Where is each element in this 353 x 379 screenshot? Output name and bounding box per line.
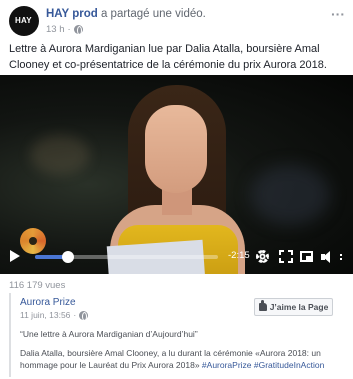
meta-separator: · [67,24,71,35]
volume-icon[interactable] [321,251,335,263]
embedded-post-meta: 11 juin, 13:56 · [20,310,89,321]
video-controls: -2:15 [0,246,353,268]
volume-level-indicator[interactable] [338,254,342,260]
embedded-post-quote: “Une lettre à Aurora Mardiganian d’Aujou… [20,329,198,339]
avatar[interactable]: HAY [9,6,39,36]
thumbs-up-icon [258,300,267,311]
video-frame-light [30,135,90,175]
globe-icon [73,25,83,35]
fullscreen-corner [288,250,293,255]
post-meta: 13 h · [46,24,83,35]
like-page-label: J’aime la Page [269,302,329,312]
video-progress-bar[interactable] [35,251,218,263]
globe-icon [79,310,89,321]
embedded-post-card: Aurora Prize 11 juin, 13:56 · J’aime la … [9,293,335,377]
hashtag-links[interactable]: #AuroraPrize #GratitudeInAction [202,360,324,370]
video-scrub-handle[interactable] [61,251,74,263]
video-player[interactable] [0,75,353,274]
embedded-post-date[interactable]: 11 juin, 13:56 [20,310,70,320]
embedded-page-name-link[interactable]: Aurora Prize [20,297,76,308]
embedded-post-description: Dalia Atalla, boursière Amal Clooney, a … [20,348,340,371]
page-name-link[interactable]: HAY prod [46,8,98,20]
like-page-button[interactable]: J’aime la Page [254,298,333,316]
post-header-line: HAY prod a partagé une vidéo. [46,8,206,20]
post-action-text: a partagé une vidéo. [100,8,206,20]
more-options-icon[interactable]: ··· [331,6,345,22]
post-header: HAY HAY prod a partagé une vidéo. 13 h ·… [9,6,347,38]
post-timestamp[interactable]: 13 h [46,24,65,35]
fullscreen-corner [288,258,293,263]
shared-video-post: HAY HAY prod a partagé une vidéo. 13 h ·… [0,0,353,379]
fullscreen-corner [279,258,284,263]
play-icon[interactable] [10,250,20,262]
video-frame-speaker-face [145,105,207,193]
video-time-remaining: -2:15 [228,250,250,261]
meta-separator: · [73,310,77,320]
avatar-logo-text: HAY [15,16,32,25]
avatar-logo: HAY [15,16,32,25]
post-caption: Lettre à Aurora Mardiganian lue par Dali… [9,43,327,71]
settings-icon[interactable] [256,250,269,263]
view-count: 116 179 vues [9,280,66,291]
pip-icon[interactable] [300,251,313,262]
fullscreen-icon[interactable] [279,250,293,263]
video-frame-light [250,165,330,225]
fullscreen-corner [279,250,284,255]
